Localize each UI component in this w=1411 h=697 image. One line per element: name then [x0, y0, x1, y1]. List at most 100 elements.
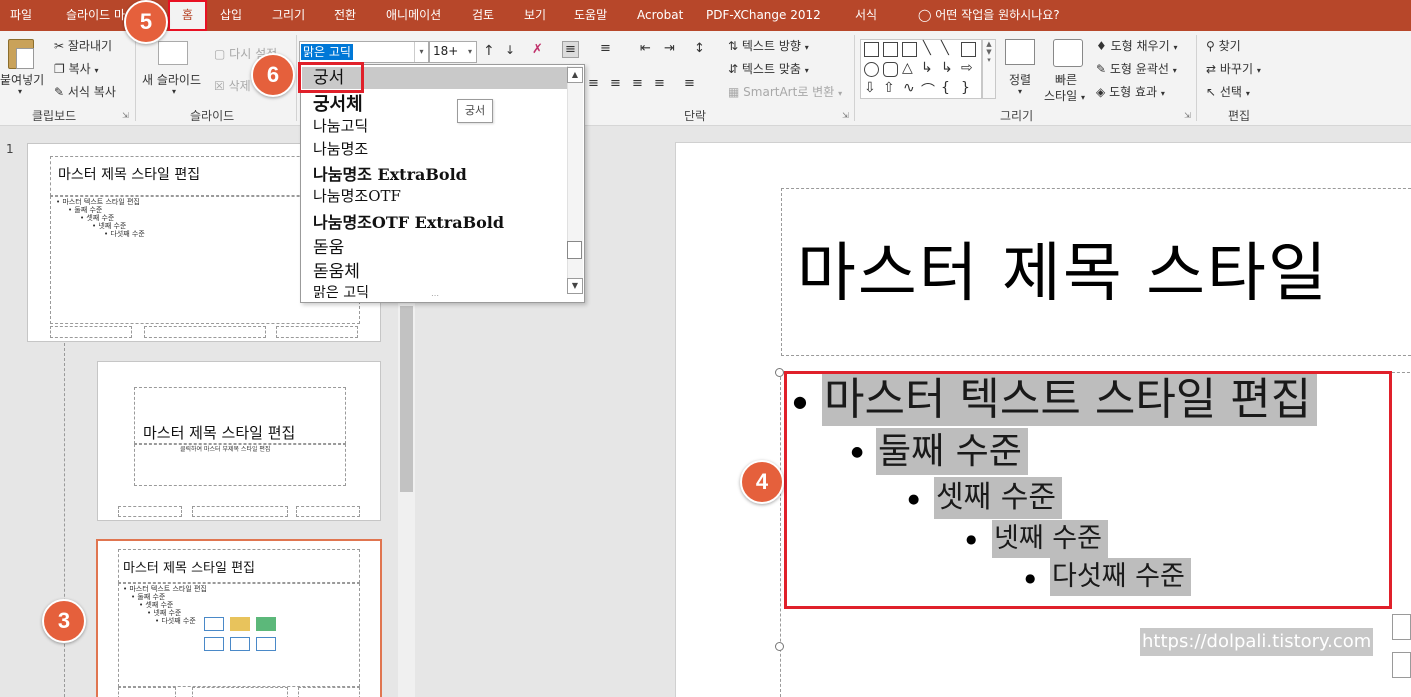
elbow-connector-shape-icon[interactable]: ↳	[921, 60, 933, 76]
arrange-button[interactable]: 정렬	[1009, 71, 1031, 88]
body-level-3[interactable]: 셋째 수준	[934, 477, 1062, 519]
shape-effects-button[interactable]: ◈ 도형 효과 ▾	[1096, 83, 1165, 100]
font-option-nanum-myeongjo-otf-extrabold[interactable]: 나눔명조OTF ExtraBold	[313, 209, 504, 233]
shapes-gallery[interactable]: ╲ ╲ △ ↳ ↳ ⇨ ⇩ ⇧ ∿ ⌒ { }	[860, 39, 982, 99]
thumbnail-scrollbar[interactable]	[398, 296, 415, 697]
increase-indent-icon[interactable]: ⇥	[664, 41, 675, 56]
arrange-icon[interactable]	[1005, 39, 1035, 65]
scrollbar-thumb[interactable]	[400, 306, 413, 492]
increase-font-icon[interactable]: ↑	[483, 43, 495, 59]
chevron-down-icon[interactable]: ▾	[1018, 87, 1022, 96]
shape-fill-button[interactable]: ♦ 도형 채우기 ▾	[1096, 37, 1177, 54]
new-slide-icon[interactable]	[158, 41, 188, 65]
cut-button[interactable]: ✂ 잘라내기	[54, 37, 112, 54]
bullets-icon[interactable]: ≡	[562, 41, 579, 58]
brace-shape-icon[interactable]: }	[961, 80, 970, 96]
resize-handle[interactable]	[775, 368, 784, 377]
align-left-icon[interactable]: ≡	[588, 76, 599, 91]
tab-pdfxchange[interactable]: PDF-XChange 2012	[706, 0, 821, 31]
text-direction-button[interactable]: ⇅ 텍스트 방향 ▾	[728, 37, 809, 54]
tab-insert[interactable]: 삽입	[220, 0, 242, 31]
title-layout-thumbnail[interactable]: 마스터 제목 스타일 편집 클릭하여 마스터 부제목 스타일 편집	[97, 361, 381, 521]
tab-home[interactable]: 홈	[168, 0, 208, 31]
font-option-gungseoche[interactable]: 궁서체	[313, 90, 363, 116]
line-spacing-icon[interactable]: ↕	[694, 41, 705, 56]
quick-styles-button[interactable]: 빠른	[1055, 71, 1077, 88]
replace-button[interactable]: ⇄ 바꾸기 ▾	[1206, 60, 1261, 77]
font-option-nanum-myeongjo[interactable]: 나눔명조	[313, 138, 368, 159]
tab-format[interactable]: 서식	[855, 0, 877, 31]
font-list-scroll-thumb[interactable]	[567, 241, 582, 259]
resize-handle[interactable]	[775, 642, 784, 651]
tab-review[interactable]: 검토	[472, 0, 494, 31]
chevron-down-icon[interactable]: ▾	[464, 42, 476, 62]
tab-help[interactable]: 도움말	[574, 0, 607, 31]
tab-animations[interactable]: 애니메이션	[386, 0, 441, 31]
brace-shape-icon[interactable]: {	[941, 80, 950, 96]
smartart-button[interactable]: ▦ SmartArt로 변환 ▾	[728, 83, 842, 100]
rectangle-shape-icon[interactable]	[961, 42, 976, 57]
align-text-button[interactable]: ⇵ 텍스트 맞춤 ▾	[728, 60, 809, 77]
elbow-connector-shape-icon[interactable]: ↳	[941, 60, 953, 76]
align-center-icon[interactable]: ≡	[610, 76, 621, 91]
body-level-2[interactable]: 둘째 수준	[876, 428, 1028, 475]
tab-slide-master[interactable]: 슬라이드 마	[66, 0, 125, 31]
tell-me-box[interactable]: ◯ 어떤 작업을 원하시나요?	[918, 0, 1060, 31]
line-shape-icon[interactable]: ╲	[923, 41, 931, 56]
tab-draw[interactable]: 그리기	[272, 0, 305, 31]
scroll-down-icon[interactable]: ▼	[567, 278, 583, 294]
table-icon[interactable]	[1392, 614, 1411, 640]
justify-icon[interactable]: ≡	[654, 76, 665, 91]
find-button[interactable]: ⚲ 찾기	[1206, 37, 1241, 54]
select-button[interactable]: ↖ 선택 ▾	[1206, 83, 1250, 100]
shape-outline-button[interactable]: ✎ 도형 윤곽선 ▾	[1096, 60, 1177, 77]
columns-icon[interactable]: ≡	[684, 76, 695, 91]
font-name-combobox[interactable]: 맑은 고딕 ▾	[299, 41, 429, 63]
dialog-launcher-icon[interactable]: ⇲	[842, 111, 849, 120]
arrow-line-shape-icon[interactable]: ╲	[941, 41, 949, 56]
font-dropdown-list[interactable]: 궁서 궁서체 나눔고딕 나눔명조 나눔명조 ExtraBold 나눔명조OTF …	[300, 64, 585, 303]
font-option-nanum-myeongjo-otf[interactable]: 나눔명조OTF	[313, 185, 401, 206]
pentagon-arrow-shape-icon[interactable]: ⇨	[961, 60, 973, 76]
clear-formatting-icon[interactable]: ✗	[532, 42, 543, 57]
body-level-5[interactable]: 다섯째 수준	[1050, 558, 1191, 596]
tab-transitions[interactable]: 전환	[334, 0, 356, 31]
font-size-combobox[interactable]: 18+ ▾	[429, 41, 477, 63]
tab-file[interactable]: 파일	[10, 0, 32, 31]
up-arrow-shape-icon[interactable]: ⇧	[883, 80, 895, 96]
rounded-rectangle-shape-icon[interactable]	[883, 62, 898, 77]
body-level-4[interactable]: 넷째 수준	[992, 520, 1108, 558]
freeform-shape-icon[interactable]: ∿	[903, 80, 915, 96]
font-option-dotum[interactable]: 돋움	[313, 233, 344, 258]
font-option-malgun-gothic[interactable]: 맑은 고딕	[313, 282, 369, 302]
triangle-shape-icon[interactable]: △	[902, 60, 913, 76]
slide-title[interactable]: 마스터 제목 스타일	[797, 222, 1329, 314]
decrease-indent-icon[interactable]: ⇤	[640, 41, 651, 56]
tab-acrobat[interactable]: Acrobat	[637, 0, 683, 31]
body-level-1[interactable]: 마스터 텍스트 스타일 편집	[822, 374, 1318, 426]
picture-icon[interactable]	[1392, 652, 1411, 678]
textbox-shape-icon[interactable]	[883, 42, 898, 57]
paste-button[interactable]: 붙여넣기	[0, 71, 44, 88]
tab-view[interactable]: 보기	[524, 0, 546, 31]
font-size-value[interactable]: 18+	[433, 44, 458, 58]
chevron-down-icon[interactable]: ▾	[172, 87, 176, 96]
decrease-font-icon[interactable]: ↓	[505, 43, 515, 57]
new-slide-button[interactable]: 새 슬라이드	[142, 71, 201, 88]
numbering-icon[interactable]: ≡	[600, 41, 611, 56]
font-option-nanum-gothic[interactable]: 나눔고딕	[313, 115, 368, 136]
down-arrow-shape-icon[interactable]: ⇩	[864, 80, 876, 96]
chevron-down-icon[interactable]: ▾	[414, 42, 428, 62]
rectangle-shape-icon[interactable]	[864, 42, 879, 57]
font-option-nanum-myeongjo-extrabold[interactable]: 나눔명조 ExtraBold	[313, 161, 467, 185]
content-layout-thumbnail[interactable]: 마스터 제목 스타일 편집 • 마스터 텍스트 스타일 편집 • 둘째 수준 •…	[96, 539, 382, 697]
resize-grip-icon[interactable]: ⋯	[431, 291, 439, 300]
dialog-launcher-icon[interactable]: ⇲	[1184, 111, 1191, 120]
vertical-textbox-shape-icon[interactable]	[902, 42, 917, 57]
chevron-down-icon[interactable]: ▾	[18, 87, 22, 96]
align-right-icon[interactable]: ≡	[632, 76, 643, 91]
oval-shape-icon[interactable]	[864, 62, 879, 77]
quick-styles-label[interactable]: 스타일 ▾	[1044, 87, 1085, 104]
format-painter-button[interactable]: ✎ 서식 복사	[54, 83, 116, 100]
delete-button[interactable]: ☒ 삭제	[214, 77, 251, 94]
